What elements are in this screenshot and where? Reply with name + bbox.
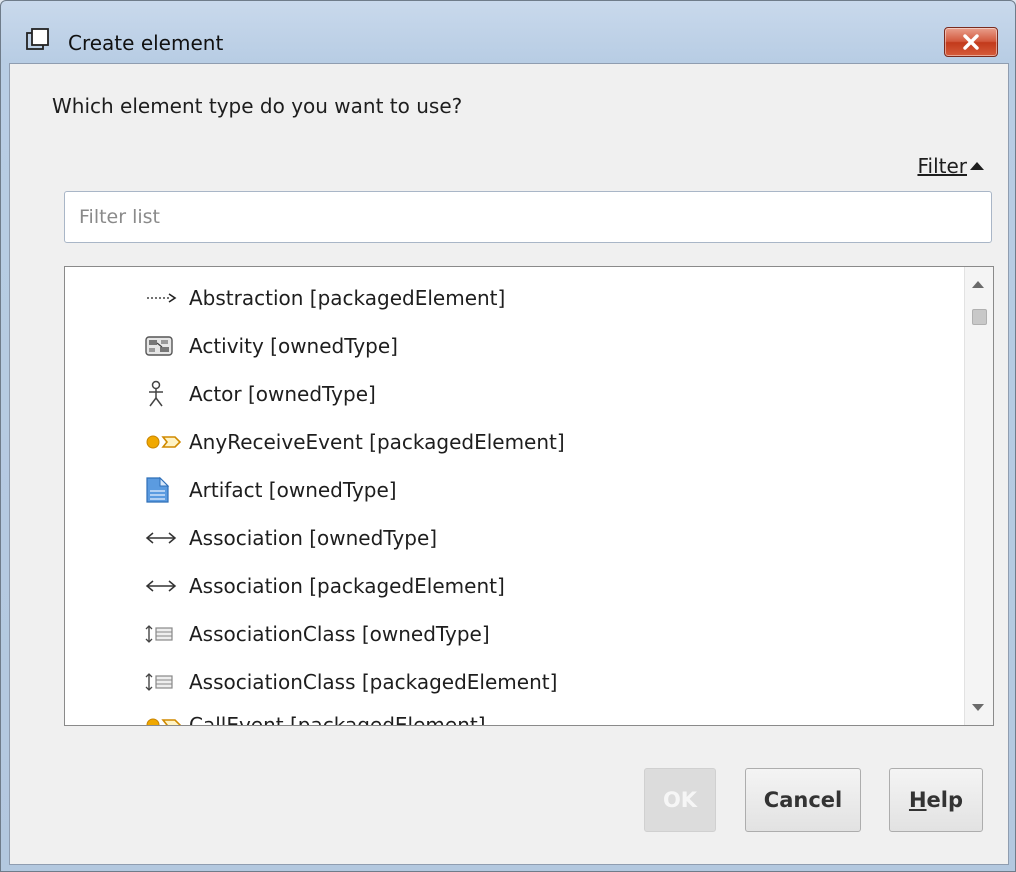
list-item-artifact[interactable]: Artifact [ownedType]	[145, 473, 397, 507]
list-item-association-class-packaged[interactable]: AssociationClass [packagedElement]	[145, 665, 557, 699]
list-item-label: Actor [ownedType]	[189, 382, 376, 406]
cancel-button-label: Cancel	[763, 788, 843, 812]
list-item-label: AssociationClass [packagedElement]	[189, 670, 558, 694]
filter-input[interactable]	[64, 191, 992, 243]
list-item-label: Association [ownedType]	[189, 526, 438, 550]
list-item-label: Activity [ownedType]	[189, 334, 398, 358]
window-icon	[25, 28, 57, 52]
list-item-call-event[interactable]: CallEvent [packagedElement]	[145, 708, 486, 725]
activity-icon	[145, 331, 189, 361]
filter-link-label: Filter	[917, 154, 967, 178]
dialog-window: Create element Which element type do you…	[0, 0, 1016, 872]
ok-button-label: OK	[662, 788, 698, 812]
close-icon	[963, 34, 979, 50]
association-icon	[145, 523, 189, 553]
abstraction-icon	[145, 283, 189, 313]
ok-button[interactable]: OK	[644, 768, 716, 832]
call-event-icon	[145, 710, 189, 725]
list-item-label: Abstraction [packagedElement]	[189, 286, 506, 310]
list-item-label: Artifact [ownedType]	[189, 478, 397, 502]
title-bar[interactable]: Create element	[1, 1, 1015, 57]
scrollbar-thumb[interactable]	[972, 309, 987, 325]
list-item-label: AnyReceiveEvent [packagedElement]	[189, 430, 565, 454]
list-item-label: Association [packagedElement]	[189, 574, 505, 598]
list-item-label: AssociationClass [ownedType]	[189, 622, 490, 646]
list-item-association-packaged[interactable]: Association [packagedElement]	[145, 569, 505, 603]
list-item-association-owned[interactable]: Association [ownedType]	[145, 521, 437, 555]
list-item-label: CallEvent [packagedElement]	[189, 713, 486, 725]
cancel-button[interactable]: Cancel	[745, 768, 861, 832]
dialog-content: Which element type do you want to use? F…	[9, 63, 1009, 865]
list-item-abstraction[interactable]: Abstraction [packagedElement]	[145, 281, 505, 315]
actor-icon	[145, 379, 189, 409]
collapse-arrow-icon	[970, 162, 984, 170]
association-class-icon	[145, 667, 189, 697]
close-button[interactable]	[944, 27, 998, 57]
association-icon	[145, 571, 189, 601]
list-item-activity[interactable]: Activity [ownedType]	[145, 329, 398, 363]
list-item-actor[interactable]: Actor [ownedType]	[145, 377, 376, 411]
help-button[interactable]: Help	[889, 768, 983, 832]
scroll-up-arrow-icon[interactable]	[972, 281, 984, 288]
window-title: Create element	[68, 31, 224, 55]
list-item-any-receive-event[interactable]: AnyReceiveEvent [packagedElement]	[145, 425, 565, 459]
any-receive-event-icon	[145, 427, 189, 457]
dialog-question: Which element type do you want to use?	[52, 94, 463, 118]
scroll-down-arrow-icon[interactable]	[972, 704, 984, 711]
help-mnemonic: H	[908, 788, 927, 812]
association-class-icon	[145, 619, 189, 649]
filter-toggle-link[interactable]: Filter	[917, 154, 984, 178]
element-type-list[interactable]: Abstraction [packagedElement] Activity […	[64, 266, 994, 726]
list-scrollbar[interactable]	[964, 267, 993, 725]
help-button-label: elp	[926, 788, 964, 812]
artifact-icon	[145, 475, 189, 505]
list-items: Abstraction [packagedElement] Activity […	[65, 267, 965, 725]
list-item-association-class-owned[interactable]: AssociationClass [ownedType]	[145, 617, 490, 651]
